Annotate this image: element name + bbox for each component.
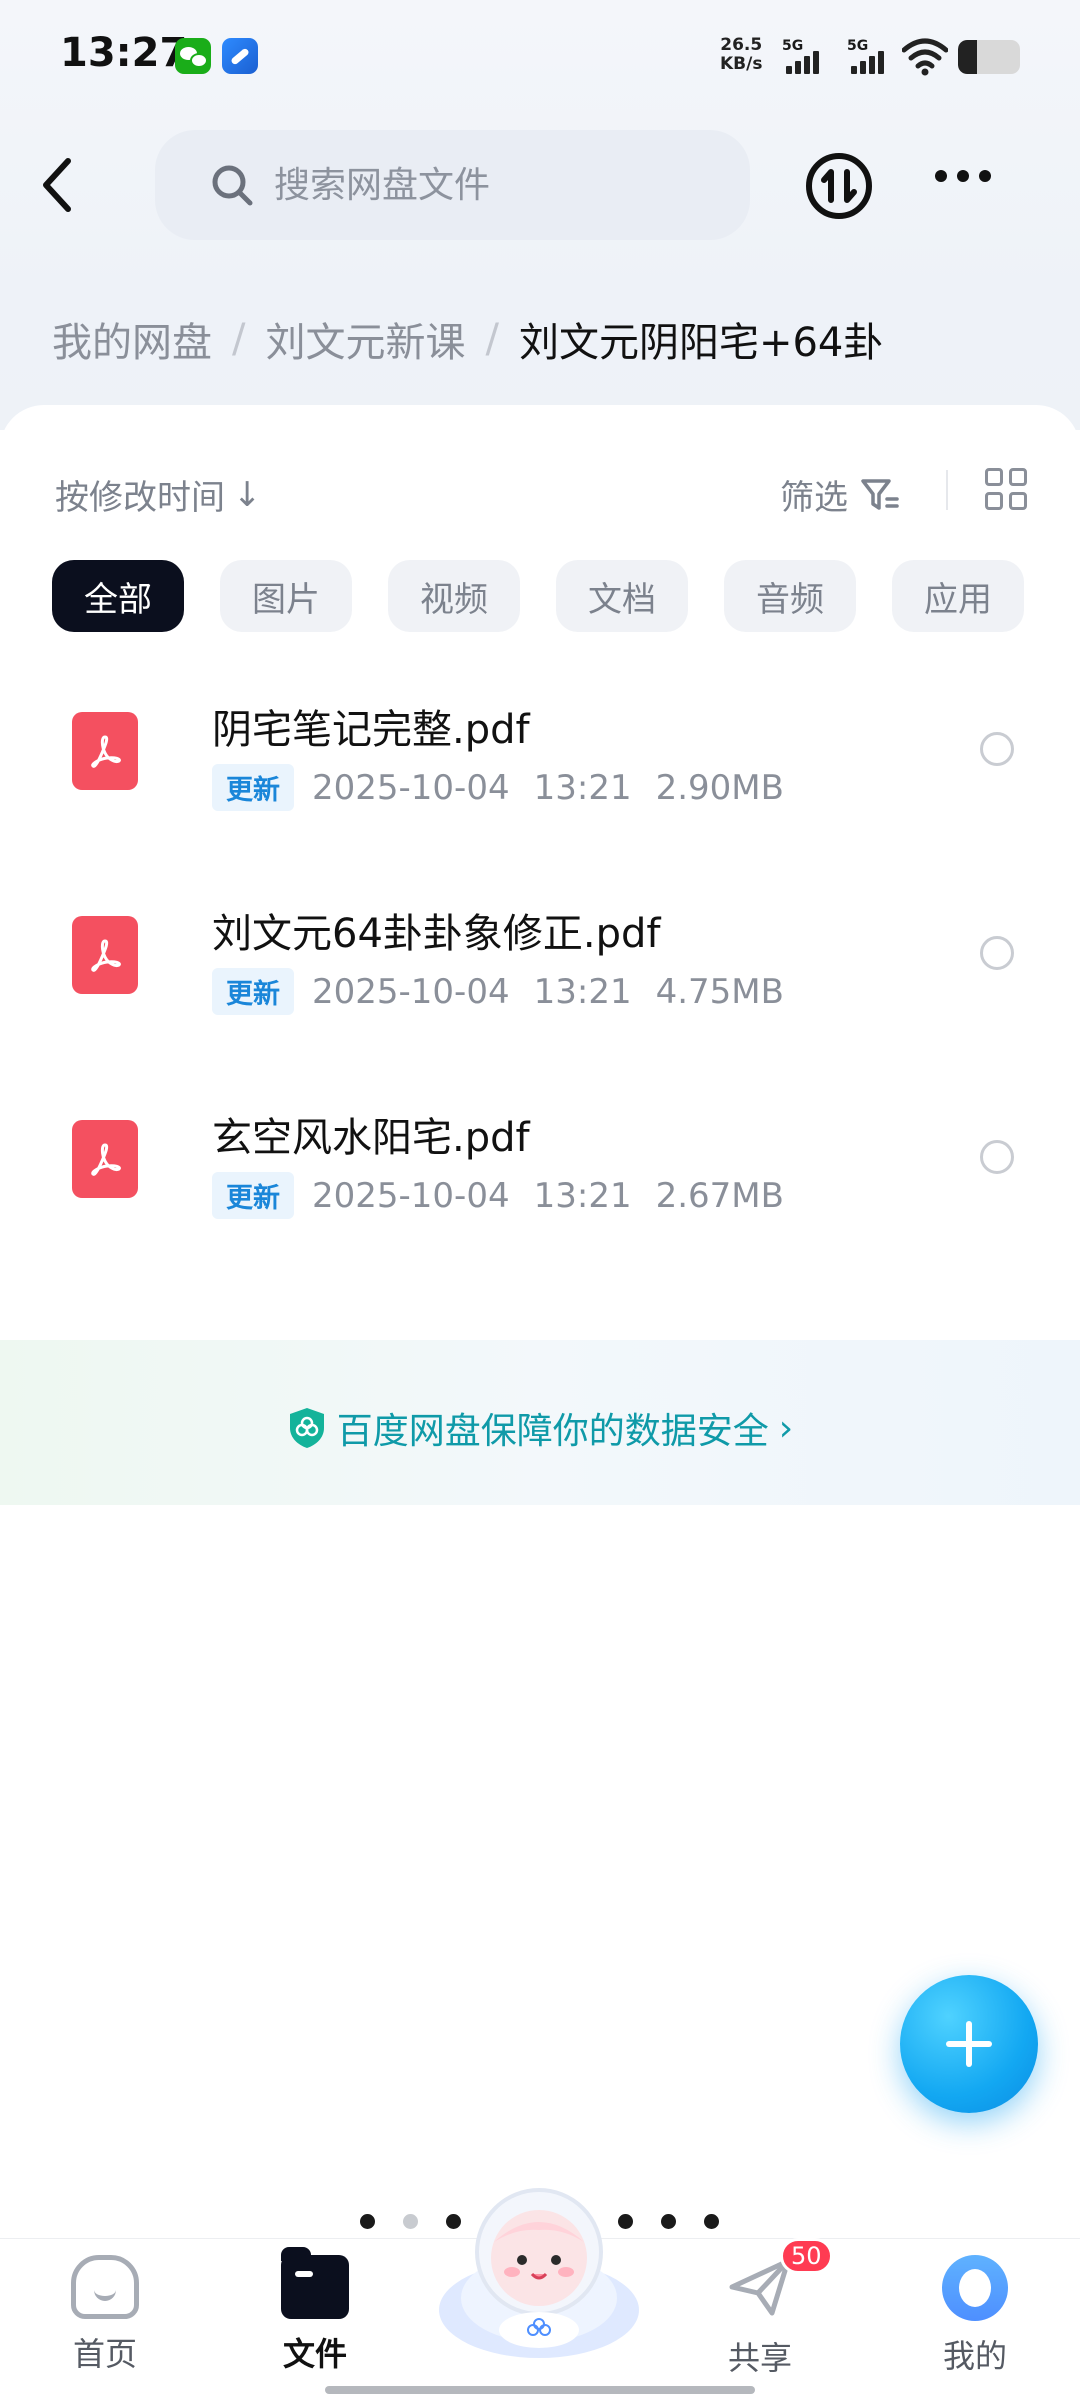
more-icon[interactable]: [935, 170, 991, 182]
breadcrumb-item-parent[interactable]: 刘文元新课: [265, 310, 465, 368]
breadcrumb-separator: /: [485, 316, 499, 362]
filter-icon: [861, 478, 899, 510]
select-checkbox[interactable]: [980, 732, 1014, 766]
file-row[interactable]: 玄空风水阳宅.pdf 更新 2025-10-04 13:21 2.67MB: [0, 1080, 1080, 1260]
nav-label: 我的: [942, 2337, 1007, 2375]
tab-audio[interactable]: 音频: [724, 560, 856, 632]
tab-images[interactable]: 图片: [220, 560, 352, 632]
search-bar[interactable]: [155, 130, 750, 240]
toolbar-divider: [946, 470, 948, 510]
battery-icon: [958, 40, 1020, 74]
file-time: 13:21: [533, 971, 632, 1012]
file-name: 玄空风水阳宅.pdf: [212, 1115, 530, 1161]
file-size: 2.67MB: [655, 1175, 784, 1216]
battery-level: [958, 40, 977, 74]
sort-label: 按修改时间: [55, 478, 225, 518]
file-name: 刘文元64卦卦象修正.pdf: [212, 911, 661, 957]
file-time: 13:21: [533, 767, 632, 808]
file-date: 2025-10-04: [312, 971, 510, 1012]
file-size: 4.75MB: [655, 971, 784, 1012]
tab-all[interactable]: 全部: [52, 560, 184, 632]
nav-label: 共享: [727, 2339, 792, 2377]
file-row[interactable]: 刘文元64卦卦象修正.pdf 更新 2025-10-04 13:21 4.75M…: [0, 876, 1080, 1056]
file-meta: 更新 2025-10-04 13:21 2.67MB: [212, 1172, 784, 1219]
breadcrumb-separator: /: [232, 316, 246, 362]
pdf-file-icon: [72, 712, 138, 790]
category-tabs: 全部 图片 视频 文档 音频 应用: [52, 560, 1024, 632]
select-checkbox[interactable]: [980, 1140, 1014, 1174]
file-date: 2025-10-04: [312, 767, 510, 808]
signal-strength-icon: 5G: [847, 38, 897, 74]
status-bar: 13:27 26.5 KB/s 5G 5G: [0, 0, 1080, 110]
file-meta: 更新 2025-10-04 13:21 2.90MB: [212, 764, 784, 811]
security-banner-text: 百度网盘保障你的数据安全: [336, 1411, 769, 1452]
home-indicator[interactable]: [325, 2386, 755, 2394]
update-badge: 更新: [212, 1172, 294, 1219]
share-count-badge: 50: [780, 2238, 833, 2274]
back-button[interactable]: [40, 150, 90, 220]
file-time: 13:21: [533, 1175, 632, 1216]
pdf-file-icon: [72, 1120, 138, 1198]
status-time: 13:27: [60, 30, 188, 76]
nav-home[interactable]: 首页: [30, 2255, 180, 2375]
transfer-icon[interactable]: [805, 152, 873, 220]
back-icon: [43, 158, 71, 212]
nav-files[interactable]: 文件: [240, 2247, 390, 2375]
breadcrumb: 我的网盘 / 刘文元新课 / 刘文元阴阳宅+64卦: [52, 310, 883, 368]
update-badge: 更新: [212, 764, 294, 811]
sort-arrow-icon: ↓: [233, 474, 262, 515]
folder-icon: [281, 2247, 349, 2319]
file-size: 2.90MB: [655, 767, 784, 808]
breadcrumb-item-current: 刘文元阴阳宅+64卦: [518, 320, 884, 366]
file-name: 阴宅笔记完整.pdf: [212, 707, 530, 753]
filter-button[interactable]: 筛选: [780, 470, 900, 519]
wifi-icon: [902, 38, 948, 76]
breadcrumb-item-root[interactable]: 我的网盘: [52, 310, 212, 368]
pdf-file-icon: [72, 916, 138, 994]
tab-apps[interactable]: 应用: [892, 560, 1024, 632]
update-badge: 更新: [212, 968, 294, 1015]
chevron-right-icon: ›: [778, 1407, 794, 1449]
search-icon: [212, 165, 253, 206]
shield-icon: [289, 1408, 324, 1448]
plus-icon: [946, 2021, 992, 2067]
network-speed-value: 26.5: [720, 35, 763, 55]
network-speed-unit: KB/s: [720, 54, 763, 74]
signal-strength-icon: 5G: [782, 38, 832, 74]
nav-label: 文件: [282, 2335, 347, 2373]
file-meta: 更新 2025-10-04 13:21 4.75MB: [212, 968, 784, 1015]
add-button[interactable]: [900, 1975, 1038, 2113]
grid-view-icon[interactable]: [985, 468, 1027, 510]
nav-profile[interactable]: 我的: [900, 2255, 1050, 2377]
tab-documents[interactable]: 文档: [556, 560, 688, 632]
security-banner-link[interactable]: 百度网盘保障你的数据安全 ›: [0, 1402, 1080, 1454]
browser-icon: [222, 38, 258, 74]
sort-button[interactable]: 按修改时间 ↓: [55, 470, 262, 519]
select-checkbox[interactable]: [980, 936, 1014, 970]
file-date: 2025-10-04: [312, 1175, 510, 1216]
filter-label: 筛选: [780, 478, 848, 518]
file-row[interactable]: 阴宅笔记完整.pdf 更新 2025-10-04 13:21 2.90MB: [0, 672, 1080, 852]
search-input[interactable]: [274, 164, 694, 206]
network-speed: 26.5 KB/s: [720, 36, 762, 74]
mascot-icon[interactable]: [432, 2180, 647, 2360]
tab-videos[interactable]: 视频: [388, 560, 520, 632]
home-icon: [71, 2255, 139, 2319]
nav-label: 首页: [72, 2335, 137, 2373]
profile-icon: [942, 2255, 1008, 2321]
wechat-icon: [175, 38, 211, 74]
